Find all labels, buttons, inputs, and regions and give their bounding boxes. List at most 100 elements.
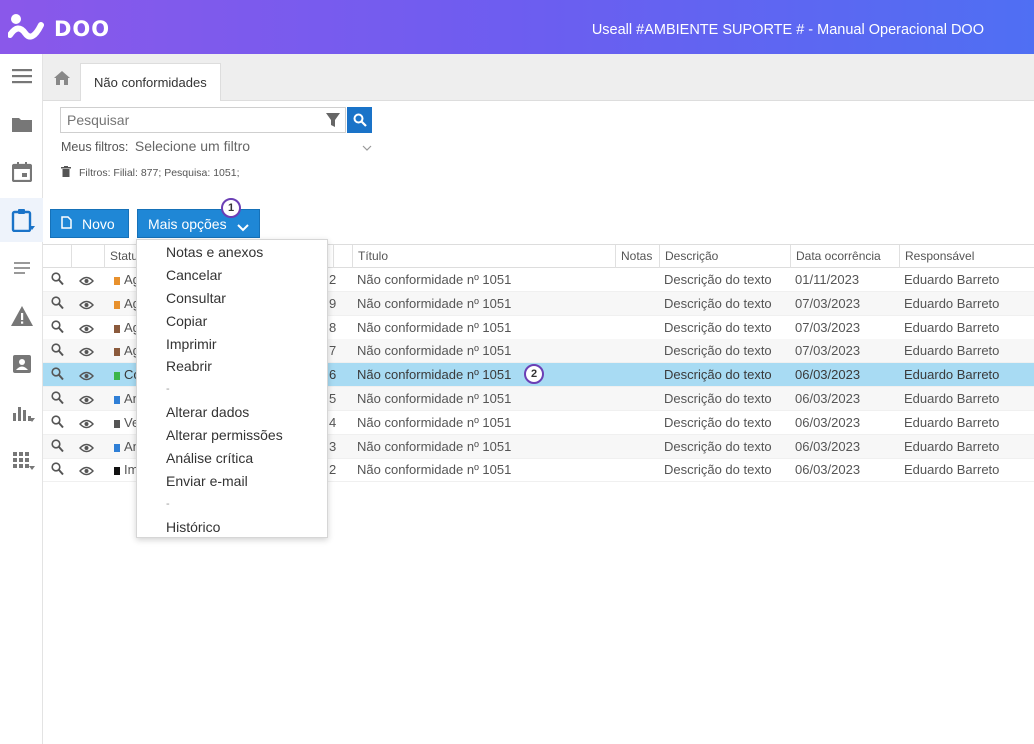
eye-icon[interactable]: [79, 345, 94, 360]
eye-icon[interactable]: [79, 441, 94, 456]
descricao-cell: Descrição do texto: [664, 414, 772, 430]
search-icon[interactable]: [51, 462, 64, 479]
home-icon: [53, 70, 70, 85]
chevron-down-icon: [29, 466, 35, 470]
responsavel-cell: Eduardo Barreto: [904, 391, 1000, 406]
status-color-marker: [114, 396, 120, 404]
col-header-notas[interactable]: Notas: [615, 245, 659, 268]
search-input[interactable]: [61, 108, 319, 132]
my-filters-select[interactable]: Selecione um filtro: [135, 138, 250, 154]
hamburger-menu-icon[interactable]: [0, 54, 43, 98]
search-icon[interactable]: [51, 438, 64, 456]
menu-item[interactable]: Reabrir: [137, 355, 327, 378]
data-cell: 06/03/2023: [795, 414, 861, 430]
code-cell: 5: [329, 391, 337, 406]
status-cell: Co: [109, 363, 139, 386]
app-header: DOO Useall #AMBIENTE SUPORTE # - Manual …: [0, 0, 1034, 54]
search-icon[interactable]: [51, 415, 64, 432]
status-color-marker: [114, 348, 120, 357]
clipboard-icon[interactable]: [0, 198, 43, 242]
active-filters-text: Filtros: Filial: 877; Pesquisa: 1051;: [79, 167, 240, 179]
new-button[interactable]: Novo: [50, 209, 129, 238]
list-icon[interactable]: [0, 246, 43, 290]
logo-text: DOO: [54, 17, 111, 41]
tab-nao-conformidades[interactable]: Não conformidades: [80, 63, 221, 101]
menu-item[interactable]: Análise crítica: [137, 447, 327, 470]
eye-icon[interactable]: [79, 417, 94, 432]
search-icon[interactable]: [51, 272, 64, 289]
status-cell: Ag: [109, 316, 139, 339]
data-cell: 06/03/2023: [795, 391, 861, 406]
menu-item[interactable]: Enviar e-mail: [137, 470, 327, 493]
filter-icon[interactable]: [325, 112, 341, 131]
col-header-code[interactable]: [333, 245, 352, 268]
search-icon[interactable]: [51, 391, 64, 408]
code-cell: 2: [329, 272, 337, 287]
responsavel-cell: Eduardo Barreto: [904, 462, 1000, 478]
search-box: [60, 107, 346, 133]
responsavel-cell: Eduardo Barreto: [904, 319, 1000, 335]
status-color-marker: [114, 300, 120, 309]
code-cell: 9: [329, 295, 337, 311]
chevron-down-icon[interactable]: [362, 140, 372, 155]
descricao-cell: Descrição do texto: [664, 272, 772, 287]
step-badge-2: 2: [524, 364, 544, 384]
menu-item[interactable]: Alterar dados: [137, 401, 327, 424]
eye-icon[interactable]: [79, 369, 94, 384]
titulo-cell: Não conformidade nº 1051: [357, 319, 512, 335]
data-cell: 07/03/2023: [795, 295, 861, 311]
contact-icon[interactable]: [0, 342, 43, 386]
eye-icon[interactable]: [79, 464, 94, 479]
status-color-marker: [114, 419, 120, 428]
code-cell: 8: [329, 319, 337, 335]
chevron-down-icon: [29, 418, 35, 422]
eye-icon[interactable]: [79, 322, 94, 337]
titulo-cell: Não conformidade nº 1051: [357, 272, 512, 287]
responsavel-cell: Eduardo Barreto: [904, 295, 1000, 311]
search-icon[interactable]: [51, 367, 64, 384]
menu-item[interactable]: Consultar: [137, 287, 327, 310]
status-cell: An: [109, 387, 139, 410]
descricao-cell: Descrição do texto: [664, 295, 772, 311]
search-button[interactable]: [347, 107, 372, 133]
menu-item[interactable]: Histórico: [137, 516, 327, 539]
eye-icon[interactable]: [79, 298, 94, 313]
col-header-titulo[interactable]: Título: [352, 245, 615, 268]
col-header-data[interactable]: Data ocorrência: [790, 245, 899, 268]
status-cell: An: [109, 435, 139, 458]
menu-item[interactable]: Cancelar: [137, 264, 327, 287]
tab-bar: Não conformidades: [43, 54, 1034, 101]
data-cell: 01/11/2023: [795, 272, 860, 287]
menu-item[interactable]: Notas e anexos: [137, 241, 327, 264]
chart-icon[interactable]: [0, 390, 43, 434]
more-options-menu: Notas e anexos Cancelar Consultar Copiar Imp…: [136, 239, 328, 538]
home-tab[interactable]: [43, 54, 80, 101]
col-header-eye: [71, 245, 104, 268]
app-logo[interactable]: DOO: [7, 11, 111, 45]
folder-icon[interactable]: [0, 102, 43, 146]
search-icon[interactable]: [51, 296, 64, 313]
warning-icon[interactable]: [0, 294, 43, 338]
more-options-button[interactable]: Mais opções: [137, 209, 260, 238]
menu-item[interactable]: Alterar permissões: [137, 424, 327, 447]
logo-icon: [7, 11, 44, 45]
col-header-descricao[interactable]: Descrição: [659, 245, 790, 268]
calendar-icon[interactable]: [0, 150, 43, 194]
menu-separator: -: [166, 497, 170, 510]
menu-item[interactable]: Imprimir: [137, 333, 327, 356]
data-cell: 07/03/2023: [795, 319, 861, 335]
active-filters: Filtros: Filial: 877; Pesquisa: 1051;: [61, 166, 240, 180]
titulo-cell: Não conformidade nº 1051: [357, 462, 512, 478]
search-icon[interactable]: [51, 319, 64, 337]
eye-icon[interactable]: [79, 393, 94, 408]
status-color-marker: [114, 277, 120, 285]
my-filters[interactable]: Meus filtros: Selecione um filtro: [61, 138, 250, 154]
trash-icon[interactable]: [61, 166, 71, 180]
col-header-responsavel[interactable]: Responsável: [899, 245, 1034, 268]
my-filters-label: Meus filtros:: [61, 140, 129, 154]
menu-item[interactable]: Copiar: [137, 310, 327, 333]
apps-icon[interactable]: [0, 438, 43, 482]
eye-icon[interactable]: [79, 274, 94, 289]
titulo-cell: Não conformidade nº 1051: [357, 391, 512, 406]
search-icon[interactable]: [51, 343, 64, 360]
